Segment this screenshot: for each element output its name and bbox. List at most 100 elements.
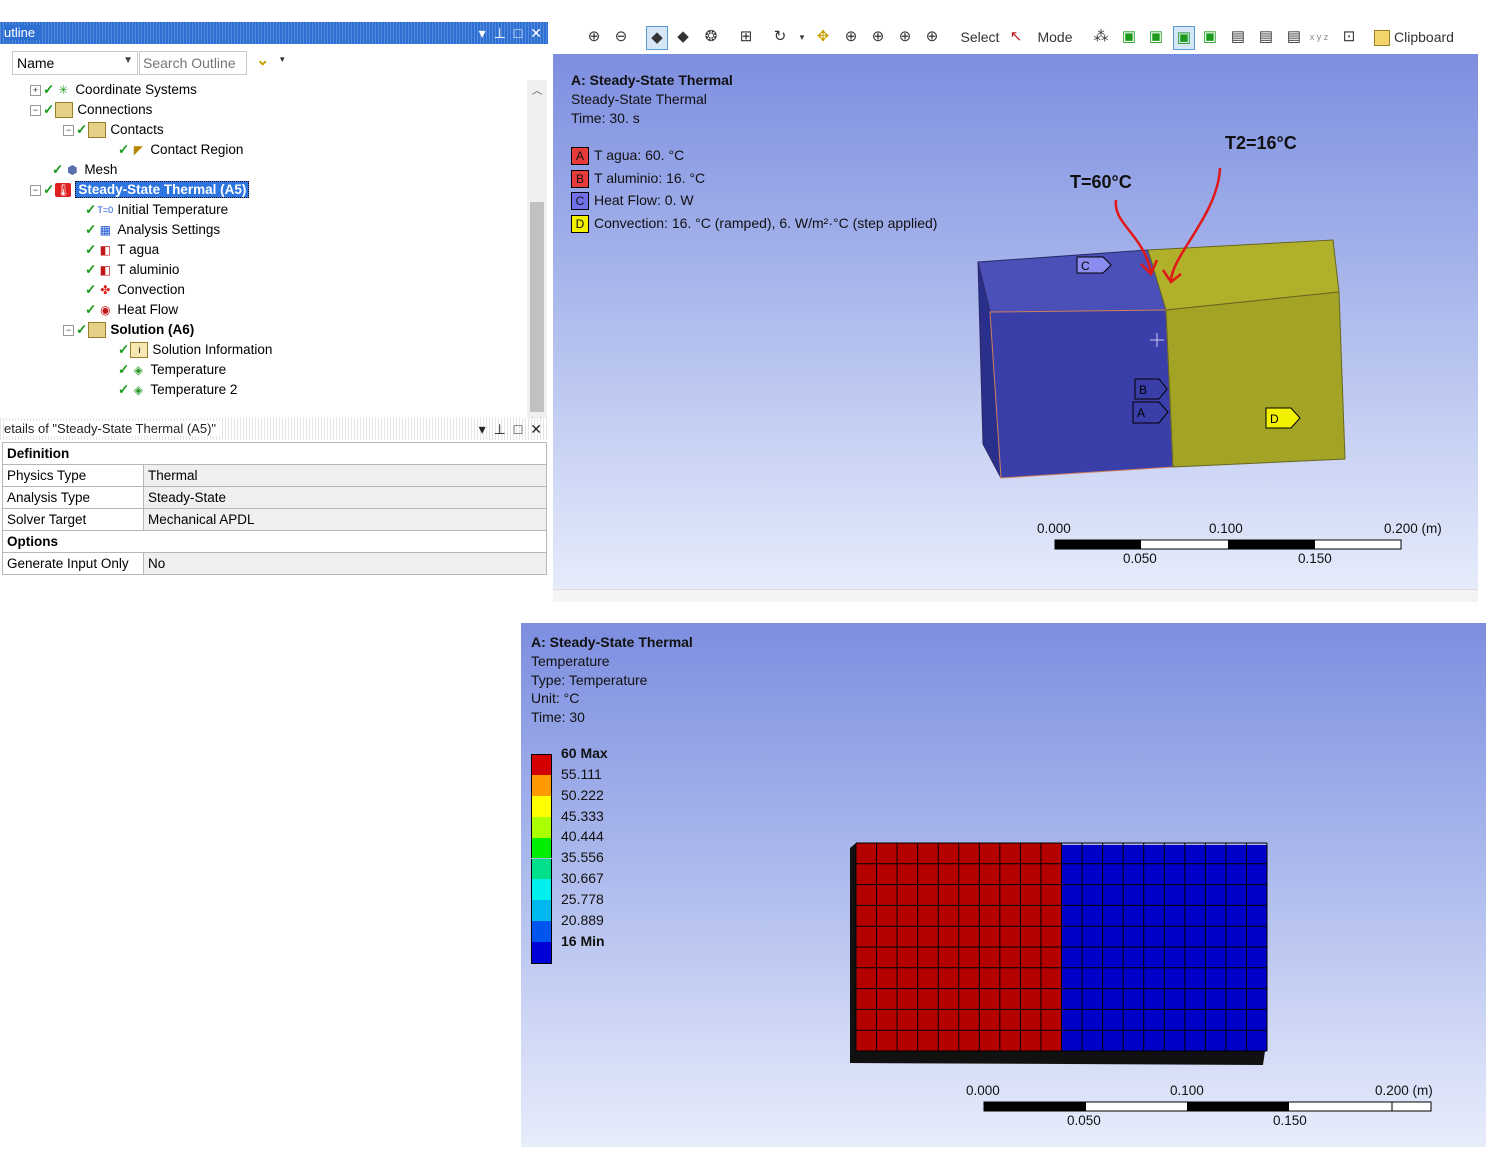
extend-limits-icon[interactable]: ▤ <box>1228 26 1248 48</box>
zoom-icon[interactable]: ⊕ <box>841 26 861 48</box>
tree-item-contact-region[interactable]: ✓ ◤ Contact Region <box>118 140 243 160</box>
name-filter-value: Name <box>17 55 55 71</box>
graphics-viewport-setup[interactable]: A: Steady-State Thermal Steady-State The… <box>553 54 1478 589</box>
heat-flow-icon: ◉ <box>100 303 111 318</box>
details-row[interactable]: Solver Target Mechanical APDL <box>2 508 547 531</box>
select-edge-icon[interactable]: ▣ <box>1119 26 1139 48</box>
tree-item-analysis-settings[interactable]: ✓ ▦ Analysis Settings <box>85 220 220 240</box>
pin-icon[interactable]: ⊥ <box>494 422 506 436</box>
check-icon: ✓ <box>43 82 55 97</box>
select-body-icon[interactable]: ▣ <box>1173 26 1195 50</box>
details-title: etails of "Steady-State Thermal (A5)" <box>4 421 223 436</box>
tree-item-temperature-2[interactable]: ✓ ◈ Temperature 2 <box>118 380 237 400</box>
search-outline-box[interactable] <box>139 51 247 75</box>
graphics-toolbar: ⊕ ⊖ ◆ ◆ ❂ ⊞ ↻ ▾ ✥ ⊕ ⊕ ⊕ ⊕ Select ↖ Mode … <box>556 22 1478 52</box>
box-zoom-icon[interactable]: ⊕ <box>868 26 888 48</box>
coordinate-triad-icon[interactable]: x y z <box>1309 26 1329 48</box>
extend-tangent-icon[interactable]: ▤ <box>1284 26 1304 48</box>
tree-item-coordinate-systems[interactable]: + ✓ ✳ Coordinate Systems <box>30 80 197 100</box>
scale-label: 0.000 <box>1037 521 1071 536</box>
details-value[interactable]: Thermal <box>143 464 547 487</box>
mode-button[interactable]: Mode <box>1028 26 1082 48</box>
scale-label: 0.000 <box>966 1083 1000 1098</box>
clipboard-icon <box>1374 30 1390 47</box>
graphics-options-icon[interactable]: ❂ <box>701 26 721 48</box>
details-row[interactable]: Analysis Type Steady-State <box>2 486 547 509</box>
tree-item-heat-flow[interactable]: ✓ ◉ Heat Flow <box>85 300 178 320</box>
zoom-out-icon[interactable]: ⊖ <box>611 26 631 48</box>
tree-item-temperature[interactable]: ✓ ◈ Temperature <box>118 360 226 380</box>
dropdown-icon[interactable]: ▾ <box>479 26 486 40</box>
tree-item-convection[interactable]: ✓ ✤ Convection <box>85 280 185 300</box>
details-row[interactable]: Physics Type Thermal <box>2 464 547 487</box>
details-group-row[interactable]: Options <box>2 530 547 553</box>
check-icon: ✓ <box>76 322 88 337</box>
tree-item-contacts[interactable]: − ✓ Contacts <box>63 120 164 140</box>
maximize-icon[interactable]: □ <box>514 422 522 436</box>
search-options-chevron-icon[interactable]: ⌄ <box>256 50 269 70</box>
outline-tree: + ✓ ✳ Coordinate Systems − ✓ Connections − ✓ Co… <box>0 80 528 408</box>
collapse-icon[interactable]: − <box>63 124 74 136</box>
pan-icon[interactable]: ✥ <box>813 26 833 48</box>
tree-item-steady-state-thermal[interactable]: − ✓🌡 Steady-State Thermal (A5) <box>30 180 250 200</box>
details-group-row[interactable]: Definition <box>2 442 547 465</box>
pin-icon[interactable]: ⊥ <box>494 26 506 40</box>
rotate-dropdown-icon[interactable]: ▾ <box>792 26 812 48</box>
details-group-options[interactable]: Options <box>2 530 547 553</box>
details-group-definition[interactable]: Definition <box>2 442 547 465</box>
temperature-result-icon: ◈ <box>133 383 143 398</box>
collapse-icon[interactable]: − <box>30 104 41 116</box>
details-key: Analysis Type <box>2 486 144 509</box>
check-icon: ✓ <box>118 362 130 377</box>
tree-item-initial-temperature[interactable]: ✓T=0 Initial Temperature <box>85 200 228 220</box>
tree-item-t-agua[interactable]: ✓ ◧ T agua <box>85 240 159 260</box>
details-key: Physics Type <box>2 464 144 487</box>
select-button[interactable]: Select <box>958 26 1002 48</box>
tree-item-t-aluminio[interactable]: ✓ ◧ T aluminio <box>85 260 179 280</box>
tree-item-solution[interactable]: − ✓ Solution (A6) <box>63 320 194 340</box>
extend-instances-icon[interactable]: ▤ <box>1256 26 1276 48</box>
close-icon[interactable]: ✕ <box>530 26 542 40</box>
convert-icon[interactable]: ⊡ <box>1339 26 1359 48</box>
magnifier-icon[interactable]: ⊕ <box>922 26 942 48</box>
select-face-icon[interactable]: ▣ <box>1146 26 1166 48</box>
temperature-contour-mesh[interactable] <box>521 623 1486 1147</box>
coordinate-systems-icon: ✳ <box>58 83 69 98</box>
scroll-up-icon[interactable]: ︿ <box>532 82 542 97</box>
temperature-bc-icon: ◧ <box>99 263 111 278</box>
tree-scrollbar[interactable]: ︿ ﹀ <box>527 80 547 432</box>
close-icon[interactable]: ✕ <box>530 422 542 436</box>
collapse-icon[interactable]: − <box>30 184 41 196</box>
clipboard-button[interactable]: Clipboard <box>1374 26 1474 48</box>
model-geometry[interactable]: C B A D <box>553 54 1478 589</box>
details-value[interactable]: Steady-State <box>143 486 547 509</box>
search-outline-input[interactable] <box>143 54 243 72</box>
details-value[interactable]: No <box>143 552 547 575</box>
collapse-icon[interactable]: − <box>63 324 74 336</box>
expand-icon[interactable]: + <box>30 84 41 96</box>
details-row[interactable]: Generate Input Only No <box>2 552 547 575</box>
name-filter-select[interactable]: Name ▼ <box>12 51 138 75</box>
select-vertex-icon[interactable]: ⁂ <box>1091 26 1111 48</box>
toolbar-dropdown-icon[interactable]: ▾ <box>280 54 285 65</box>
tree-item-mesh[interactable]: ✓ ⬢ Mesh <box>52 160 117 180</box>
dropdown-icon[interactable]: ▾ <box>479 422 486 436</box>
zoom-in-icon[interactable]: ⊕ <box>584 26 604 48</box>
tree-item-connections[interactable]: − ✓ Connections <box>30 100 152 120</box>
tree-filter-icon[interactable]: ⊞ <box>736 26 756 48</box>
rotate-icon[interactable]: ↻ <box>770 26 790 48</box>
scrollbar-thumb[interactable] <box>530 202 544 412</box>
extend-adjacent-icon[interactable]: ▣ <box>1200 26 1220 48</box>
graphics-viewport-result[interactable]: A: Steady-State Thermal Temperature Type… <box>521 623 1486 1147</box>
maximize-icon[interactable]: □ <box>514 26 522 40</box>
solid-view-icon[interactable]: ◆ <box>673 26 693 48</box>
mesh-grid <box>855 842 1268 1052</box>
check-icon: ✓ <box>118 382 130 397</box>
shaded-view-icon[interactable]: ◆ <box>646 26 668 50</box>
select-mode-cursor-icon[interactable]: ↖ <box>1006 26 1026 48</box>
tree-item-solution-information[interactable]: ✓ i Solution Information <box>118 340 272 360</box>
details-value[interactable]: Mechanical APDL <box>143 508 547 531</box>
zoom-fit-icon[interactable]: ⊕ <box>895 26 915 48</box>
chevron-down-icon: ▼ <box>123 55 133 66</box>
temperature-bc-icon: ◧ <box>99 243 111 258</box>
